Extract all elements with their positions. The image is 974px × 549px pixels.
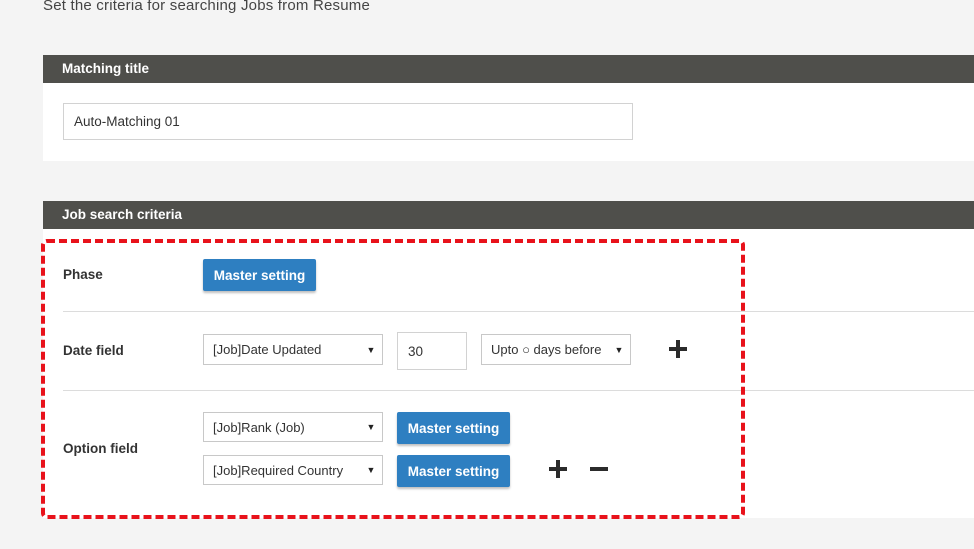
page-instruction: Set the criteria for searching Jobs from… <box>43 0 371 14</box>
date-field-select-value: [Job]Date Updated <box>213 342 322 357</box>
date-field-label: Date field <box>63 343 124 358</box>
row-divider <box>63 311 974 312</box>
phase-master-setting-button[interactable]: Master setting <box>203 259 316 291</box>
plus-icon[interactable] <box>667 338 689 360</box>
dropdown-caret-icon: ▼ <box>363 422 379 432</box>
option-master-setting-button[interactable]: Master setting <box>397 412 510 444</box>
option-master-setting-button[interactable]: Master setting <box>397 455 510 487</box>
date-range-select-value: Upto ○ days before <box>491 342 602 357</box>
option-field-select-value: [Job]Required Country <box>213 462 344 478</box>
row-divider <box>63 390 974 391</box>
phase-label: Phase <box>63 267 103 282</box>
option-field-select[interactable]: [Job]Required Country ▼ <box>203 455 383 485</box>
option-field-label: Option field <box>63 441 138 456</box>
matching-title-input[interactable] <box>63 103 633 140</box>
dropdown-caret-icon: ▼ <box>363 344 379 355</box>
minus-icon[interactable] <box>588 458 610 480</box>
days-input[interactable] <box>397 332 467 370</box>
date-field-select[interactable]: [Job]Date Updated ▼ <box>203 334 383 365</box>
dropdown-caret-icon: ▼ <box>363 465 379 475</box>
option-field-select-value: [Job]Rank (Job) <box>213 419 305 435</box>
plus-icon[interactable] <box>547 458 569 480</box>
dropdown-caret-icon: ▼ <box>611 344 627 355</box>
option-field-select[interactable]: [Job]Rank (Job) ▼ <box>203 412 383 442</box>
matching-title-header: Matching title <box>43 55 974 83</box>
date-range-select[interactable]: Upto ○ days before ▼ <box>481 334 631 365</box>
job-search-criteria-header: Job search criteria <box>43 201 974 229</box>
